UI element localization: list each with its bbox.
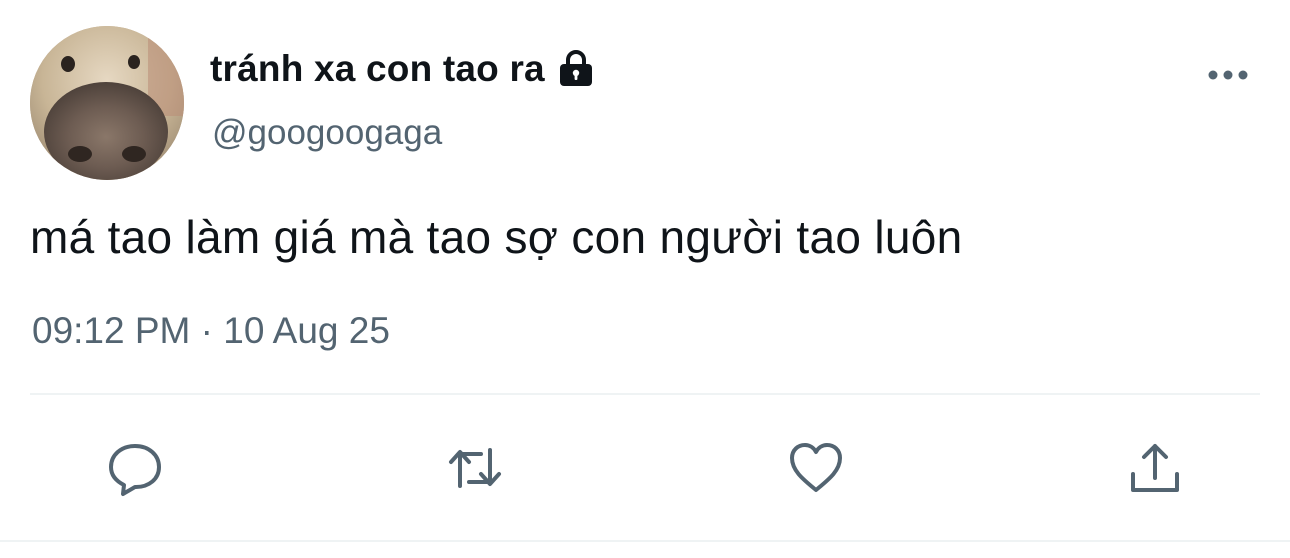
more-options-button[interactable]: [1204, 58, 1252, 92]
divider: [30, 393, 1260, 395]
avatar[interactable]: [30, 26, 184, 180]
retweet-arrows-icon: [449, 448, 501, 488]
like-button[interactable]: [784, 436, 848, 500]
tweet-timestamp[interactable]: 09:12 PM · 10 Aug 25: [32, 310, 390, 352]
user-handle[interactable]: @googoogaga: [212, 113, 442, 153]
tweet-text: má tao làm giá mà tao sợ con người tao l…: [30, 211, 963, 263]
display-name-text: tránh xa con tao ra: [210, 48, 545, 89]
display-name[interactable]: tránh xa con tao ra: [210, 44, 597, 94]
more-horizontal-icon: [1208, 70, 1248, 80]
retweet-button[interactable]: [443, 436, 507, 500]
lock-icon: [555, 48, 597, 90]
avatar-image: [30, 26, 184, 180]
speech-bubble-icon: [109, 444, 161, 496]
bottom-divider: [0, 540, 1290, 542]
share-upload-icon: [1131, 444, 1179, 492]
share-button[interactable]: [1123, 436, 1187, 500]
heart-icon: [790, 443, 842, 492]
tweet-card: tránh xa con tao ra @googoogaga má tao l…: [0, 0, 1290, 558]
reply-button[interactable]: [103, 436, 167, 500]
